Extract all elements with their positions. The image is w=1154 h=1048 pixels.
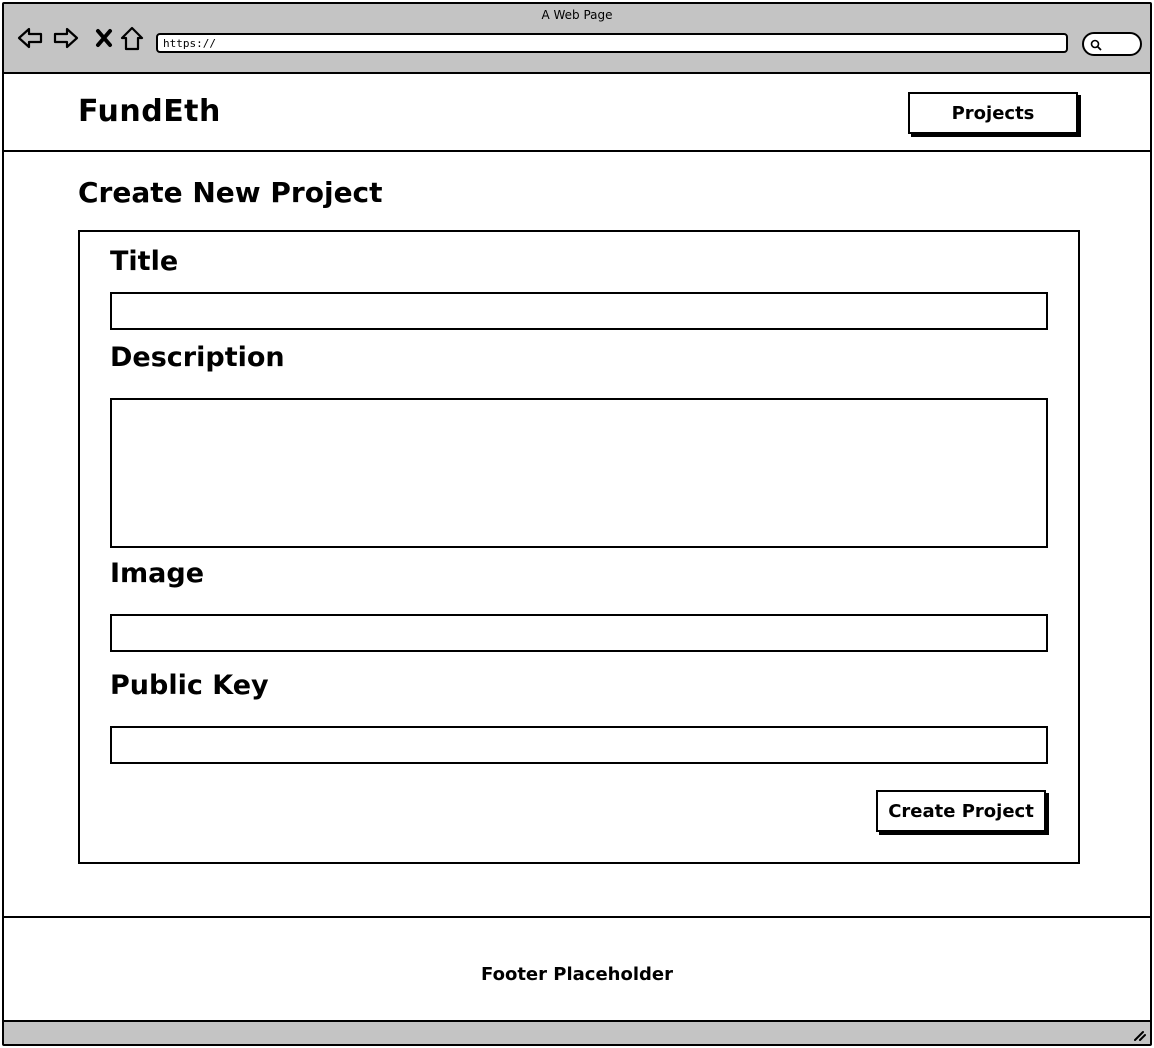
- page-title: Create New Project: [78, 176, 383, 209]
- create-project-button[interactable]: Create Project: [876, 790, 1046, 832]
- browser-chrome: A Web Page https://: [4, 4, 1150, 74]
- page-footer: Footer Placeholder: [4, 916, 1150, 1022]
- search-icon: [1090, 39, 1102, 51]
- projects-button[interactable]: Projects: [908, 92, 1078, 134]
- forward-arrow-icon[interactable]: [52, 24, 80, 52]
- home-icon[interactable]: [118, 24, 146, 52]
- image-label: Image: [110, 558, 205, 589]
- browser-search-box[interactable]: [1082, 32, 1142, 56]
- image-input[interactable]: [110, 614, 1048, 652]
- browser-status-bar: [4, 1020, 1150, 1044]
- public-key-input[interactable]: [110, 726, 1048, 764]
- back-arrow-icon[interactable]: [16, 24, 44, 52]
- footer-text: Footer Placeholder: [481, 964, 673, 985]
- address-bar[interactable]: https://: [156, 33, 1068, 53]
- description-label: Description: [110, 342, 285, 373]
- title-input[interactable]: [110, 292, 1048, 330]
- create-project-form: Title Description Image Public Key Creat…: [78, 230, 1080, 864]
- resize-grip-icon[interactable]: [1130, 1026, 1146, 1042]
- browser-window: A Web Page https:// FundEth Projects Cre…: [2, 2, 1152, 1046]
- description-textarea[interactable]: [110, 398, 1048, 548]
- app-header: FundEth Projects: [4, 74, 1150, 152]
- window-title: A Web Page: [541, 8, 613, 22]
- title-label: Title: [110, 246, 179, 277]
- stop-icon[interactable]: [90, 24, 118, 52]
- public-key-label: Public Key: [110, 670, 269, 701]
- brand-logo[interactable]: FundEth: [78, 94, 221, 129]
